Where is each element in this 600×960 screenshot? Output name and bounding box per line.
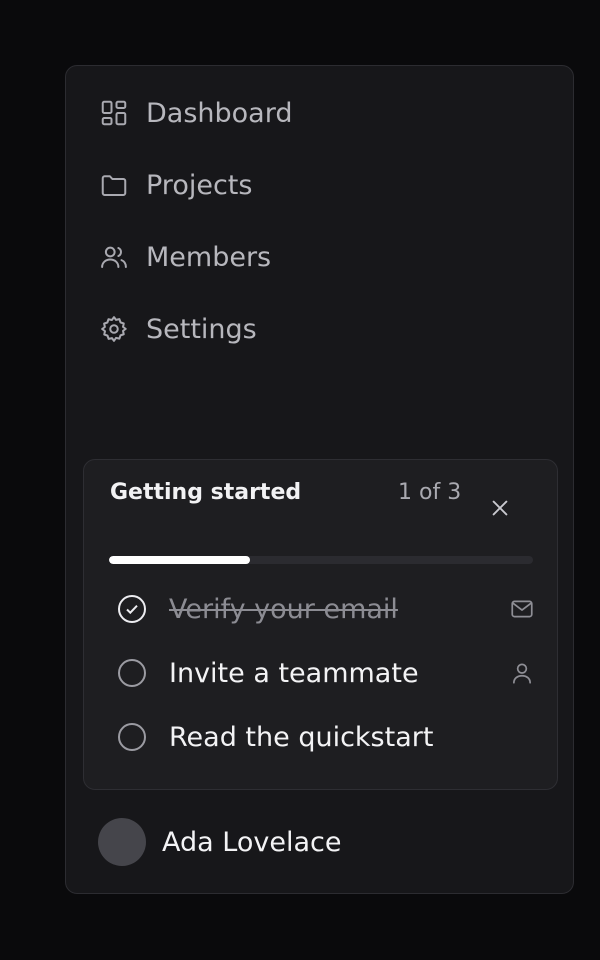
task-label: Verify your email: [169, 593, 398, 625]
circle-icon[interactable]: [117, 658, 147, 688]
user-profile[interactable]: Ada Lovelace: [98, 818, 341, 866]
sidebar-item-label: Settings: [146, 313, 257, 345]
gear-icon: [98, 313, 130, 345]
sidebar-panel: Dashboard Projects Members Settings Gett…: [65, 65, 574, 894]
folder-icon: [98, 169, 130, 201]
sidebar-item-projects[interactable]: Projects: [98, 165, 252, 205]
sidebar-item-members[interactable]: Members: [98, 237, 271, 277]
task-label: Invite a teammate: [169, 657, 419, 689]
progress-bar: [109, 556, 533, 564]
task-read-quickstart[interactable]: Read the quickstart: [117, 717, 537, 757]
sidebar-item-dashboard[interactable]: Dashboard: [98, 93, 292, 133]
circle-icon[interactable]: [117, 722, 147, 752]
task-verify-email[interactable]: Verify your email: [117, 589, 537, 629]
task-label: Read the quickstart: [169, 721, 434, 753]
avatar[interactable]: [98, 818, 146, 866]
getting-started-card: Getting started 1 of 3 Verify your email…: [83, 459, 558, 790]
sidebar-item-label: Dashboard: [146, 97, 293, 129]
close-icon: [492, 500, 508, 516]
task-invite-teammate[interactable]: Invite a teammate: [117, 653, 537, 693]
close-button[interactable]: [486, 494, 514, 522]
user-icon: [507, 658, 537, 688]
sidebar-item-label: Projects: [146, 169, 253, 201]
mail-icon: [507, 594, 537, 624]
users-icon: [98, 241, 130, 273]
check-circle-icon[interactable]: [117, 594, 147, 624]
dashboard-icon: [98, 97, 130, 129]
sidebar-item-settings[interactable]: Settings: [98, 309, 257, 349]
user-name: Ada Lovelace: [162, 826, 342, 858]
progress-fill: [109, 556, 251, 564]
progress-count: 1 of 3: [398, 480, 462, 505]
card-title: Getting started: [110, 480, 302, 505]
sidebar-item-label: Members: [146, 241, 272, 273]
